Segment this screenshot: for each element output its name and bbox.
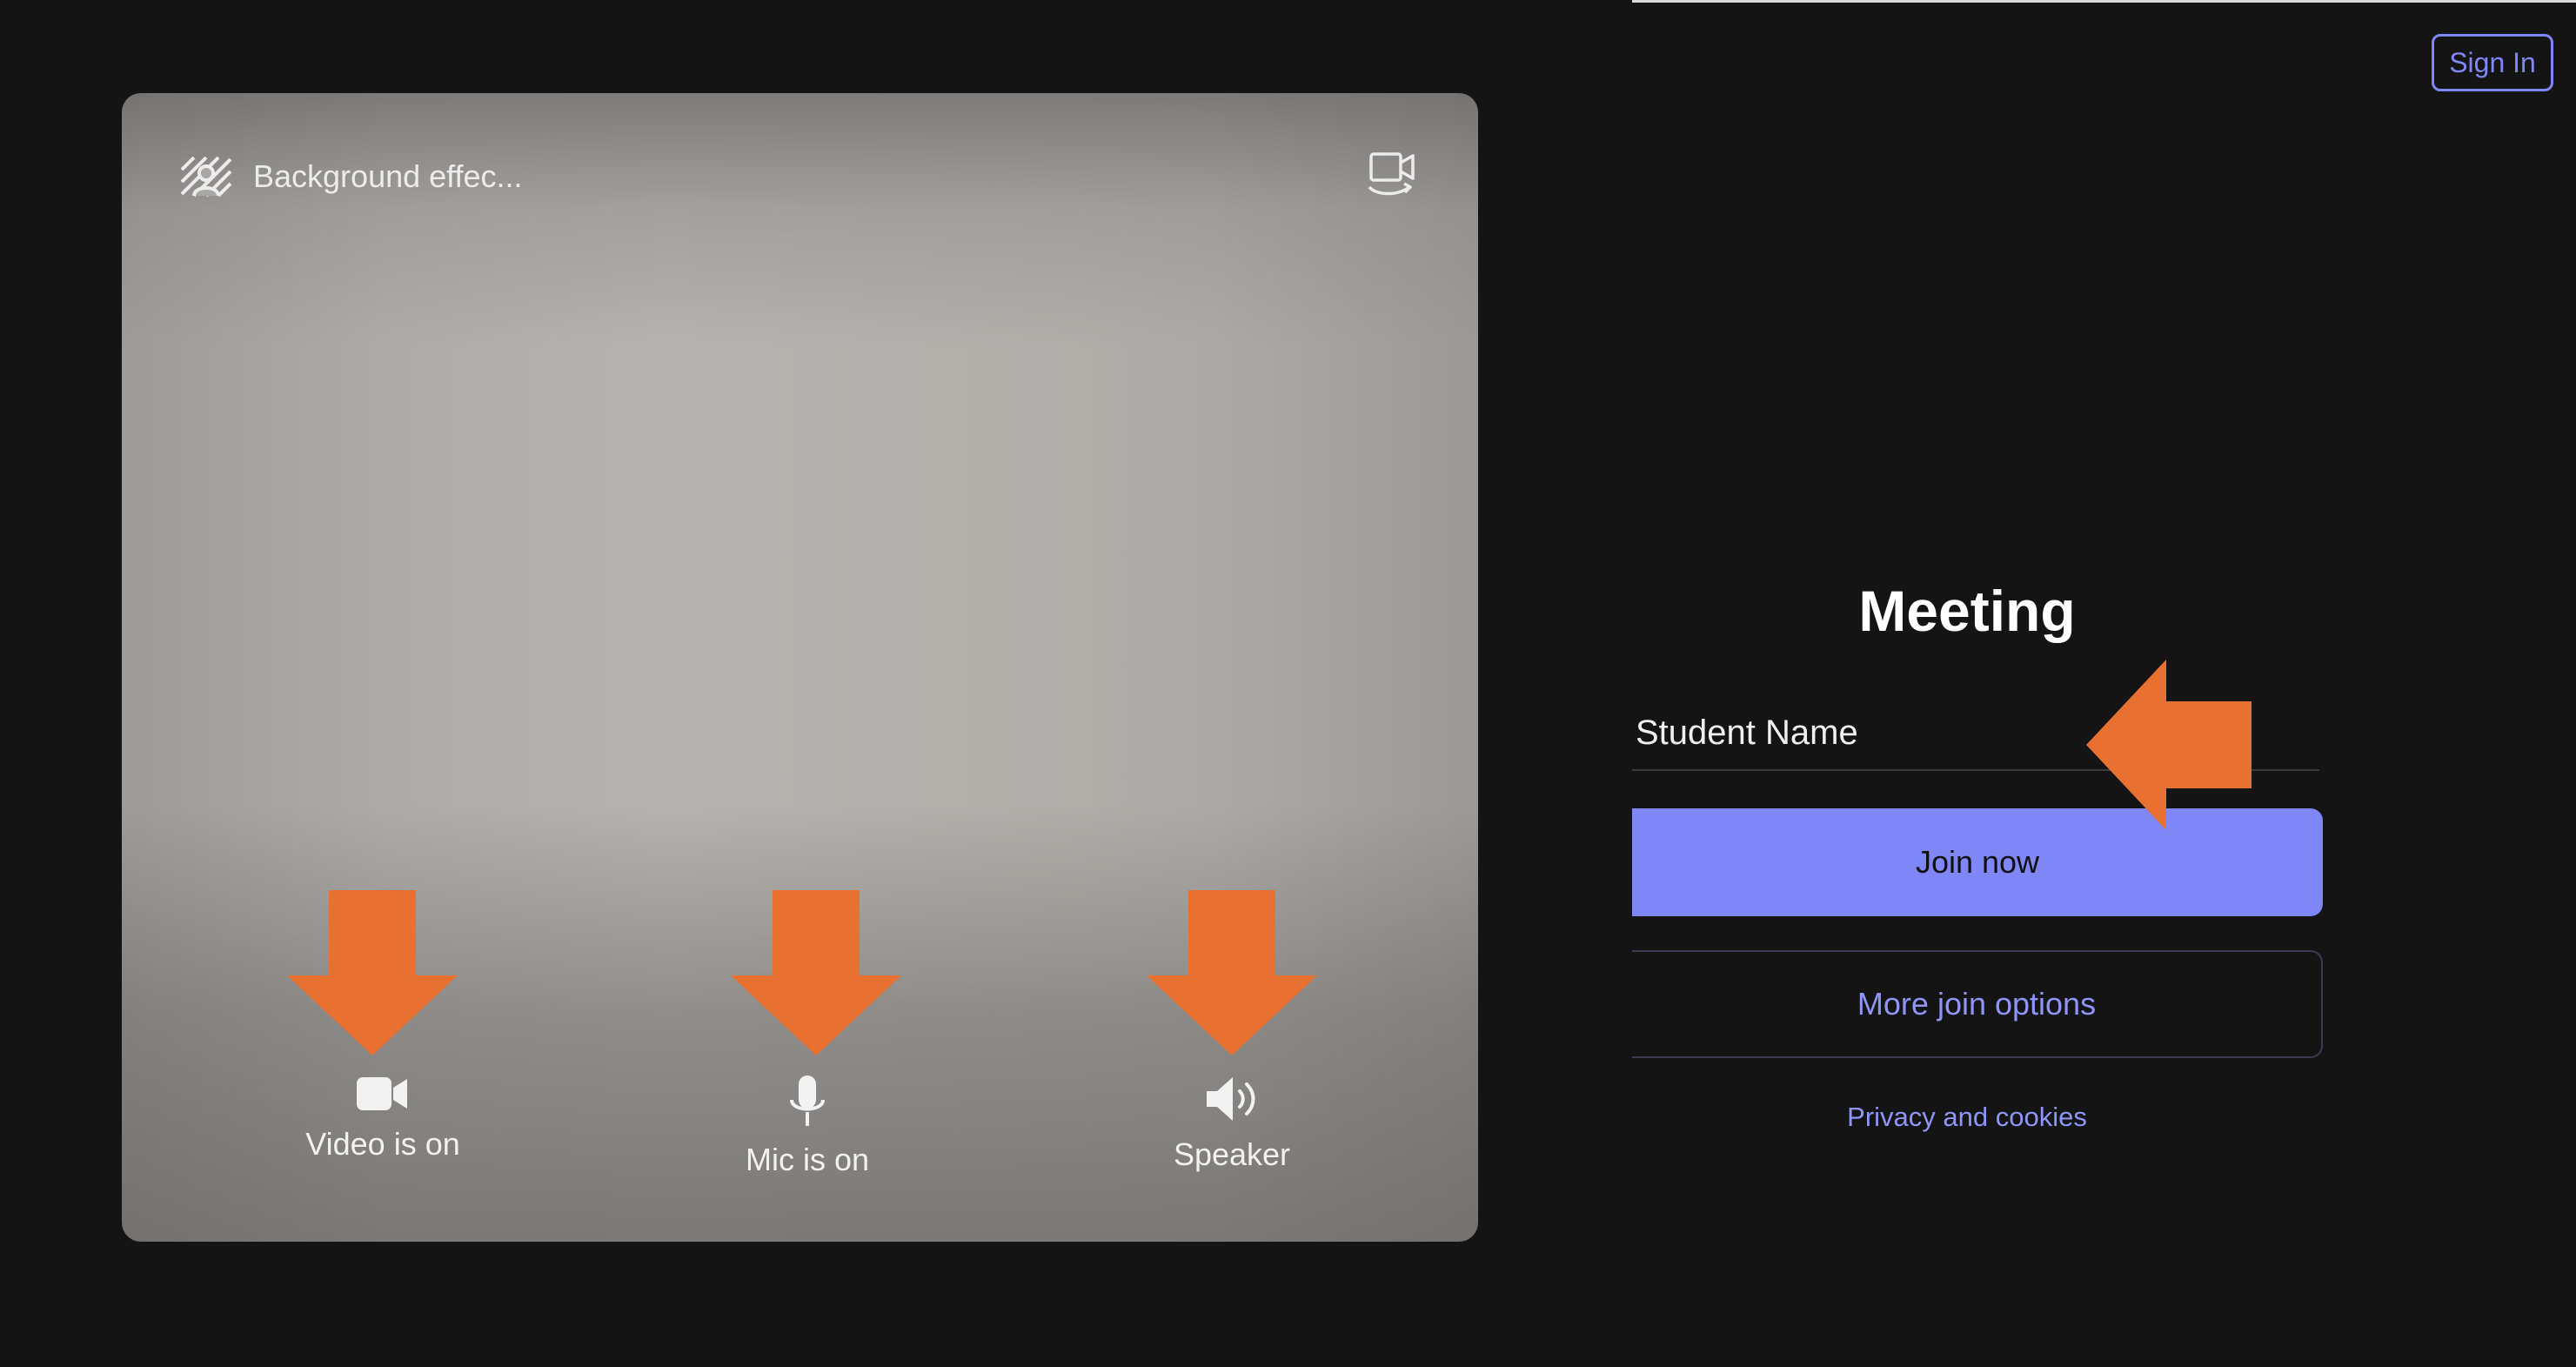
mic-toggle[interactable]: Mic is on [694, 1074, 920, 1178]
background-effects-icon [180, 156, 232, 198]
annotation-arrow-down [1147, 890, 1317, 1055]
privacy-and-cookies-link[interactable]: Privacy and cookies [1719, 1102, 2215, 1133]
annotation-arrow-left [2086, 660, 2251, 830]
speaker-icon [1207, 1077, 1255, 1121]
top-divider [1632, 0, 2576, 3]
video-status-label: Video is on [305, 1126, 460, 1162]
sign-in-button[interactable]: Sign In [2432, 34, 2553, 91]
switch-camera-icon [1368, 152, 1415, 196]
mic-status-label: Mic is on [745, 1142, 870, 1177]
annotation-arrow-down [287, 890, 458, 1055]
more-join-options-button[interactable]: More join options [1632, 950, 2323, 1058]
annotation-arrow-down [731, 890, 901, 1055]
switch-camera-button[interactable] [1364, 149, 1420, 207]
background-effects-label: Background effec... [253, 158, 523, 194]
meeting-title: Meeting [1858, 579, 2076, 643]
preview-overlay [122, 93, 1478, 1242]
video-toggle[interactable]: Video is on [270, 1074, 496, 1163]
speaker-toggle[interactable]: Speaker [1119, 1074, 1345, 1173]
video-preview: Background effec... Video is on Mic is o… [122, 93, 1478, 1242]
microphone-icon [790, 1076, 825, 1126]
background-effects-button[interactable]: Background effec... [178, 154, 523, 199]
video-camera-icon [357, 1077, 407, 1110]
speaker-label: Speaker [1173, 1136, 1291, 1172]
